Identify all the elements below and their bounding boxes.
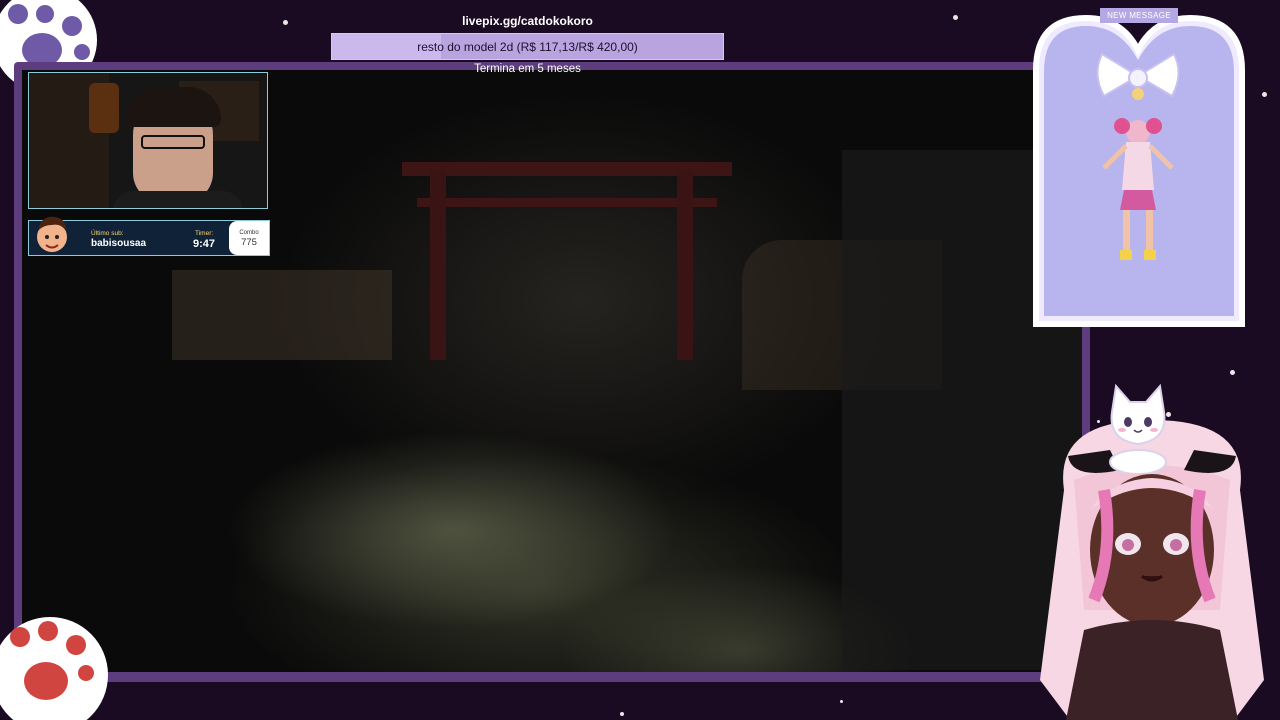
last-sub-label: Último sub: xyxy=(91,230,124,237)
last-sub-name: babisousaa xyxy=(91,238,147,249)
timer-label: Timer: xyxy=(195,230,214,237)
cat-icon xyxy=(1109,383,1167,474)
combo-label: Combo xyxy=(239,230,259,236)
goal-url: livepix.gg/catdokokoro xyxy=(462,14,593,28)
goal-time-remaining: Termina em 5 meses xyxy=(474,63,581,75)
message-card xyxy=(1033,14,1245,327)
last-sub-widget: Último sub: babisousaa Timer: 9:47 Combo… xyxy=(28,216,270,256)
combo-value: 775 xyxy=(241,237,257,248)
goal-label: resto do model 2d (R$ 117,13/R$ 420,00) xyxy=(417,39,638,54)
donation-goal-bar: resto do model 2d (R$ 117,13/R$ 420,00) xyxy=(331,33,724,60)
new-message-badge: NEW MESSAGE xyxy=(1100,8,1178,23)
sub-avatar-icon xyxy=(37,216,67,252)
webcam-feed xyxy=(28,72,268,209)
timer-value: 9:47 xyxy=(193,238,216,250)
combo-counter: Combo 775 xyxy=(229,221,269,255)
paw-icon xyxy=(0,617,108,720)
